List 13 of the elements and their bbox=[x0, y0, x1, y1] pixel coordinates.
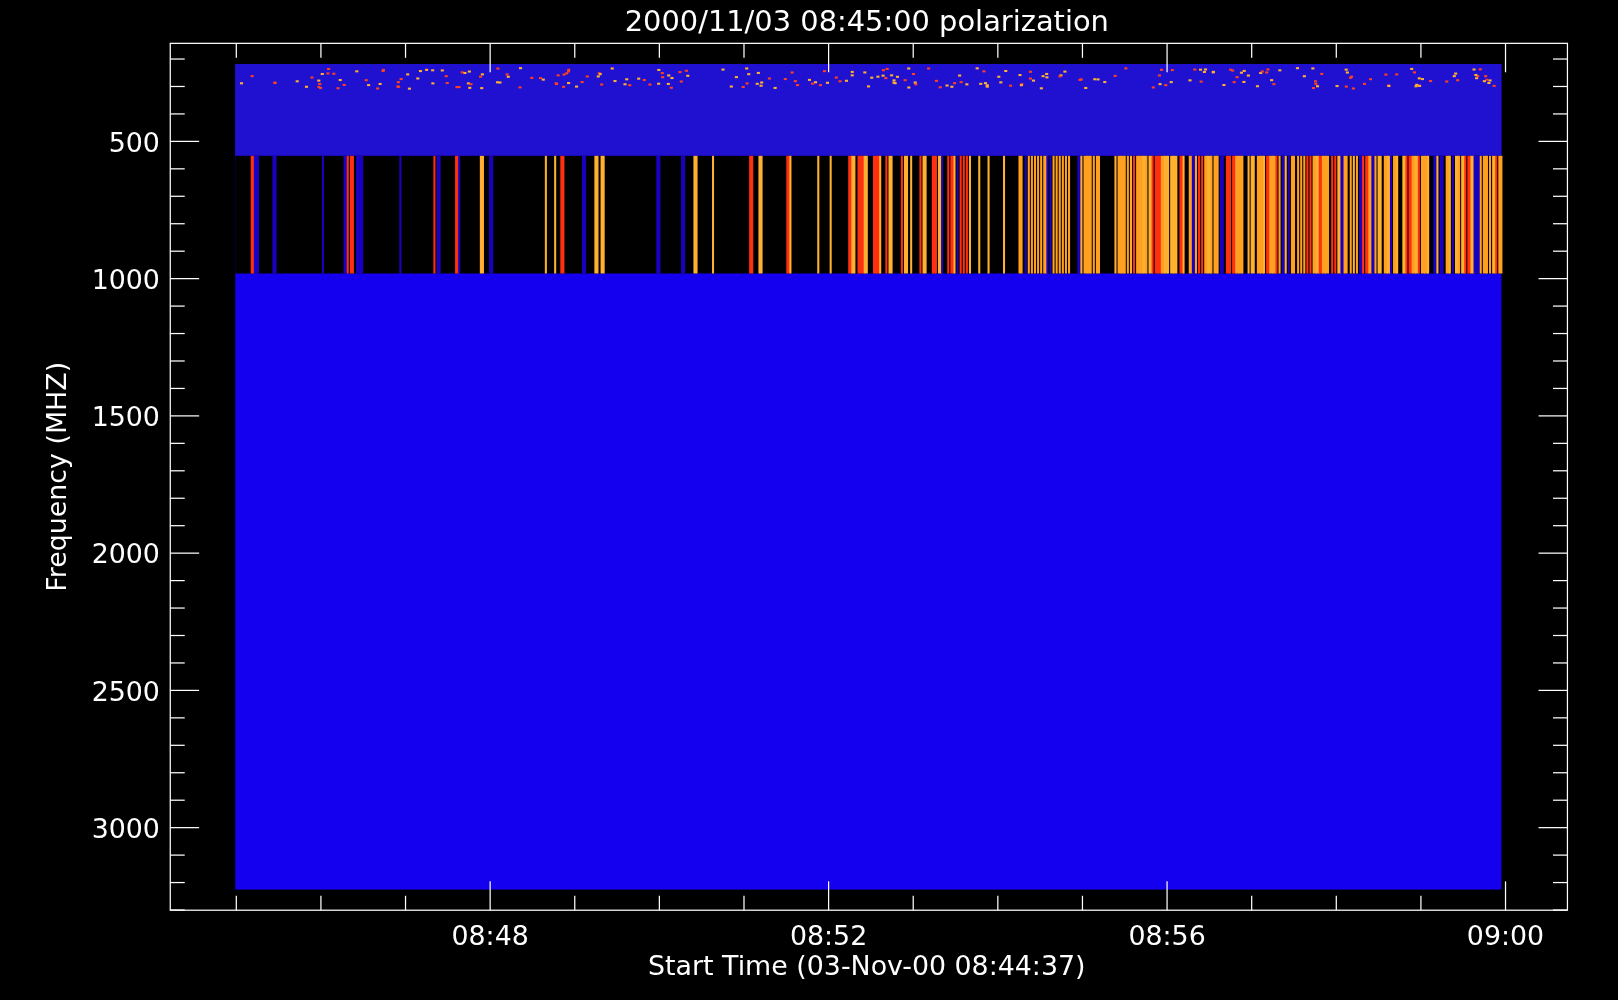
x-tick-label: 09:00 bbox=[1466, 920, 1545, 952]
y-axis-label: Frequency (MHZ) bbox=[41, 361, 73, 592]
y-tick-label: 500 bbox=[108, 126, 160, 158]
y-tick-label: 1500 bbox=[91, 401, 160, 433]
x-tick-label: 08:56 bbox=[1128, 920, 1206, 952]
y-tick-label: 1000 bbox=[91, 263, 160, 295]
y-tick-label: 3000 bbox=[91, 813, 160, 844]
x-tick-label: 08:48 bbox=[451, 920, 529, 952]
y-tick-label: 2000 bbox=[91, 538, 160, 570]
y-tick-label: 2500 bbox=[91, 675, 160, 707]
x-axis-label: Start Time (03-Nov-00 08:44:37) bbox=[648, 950, 1086, 982]
x-tick-label: 08:52 bbox=[789, 920, 868, 952]
chart-title: 2000/11/03 08:45:00 polarization bbox=[624, 3, 1109, 38]
